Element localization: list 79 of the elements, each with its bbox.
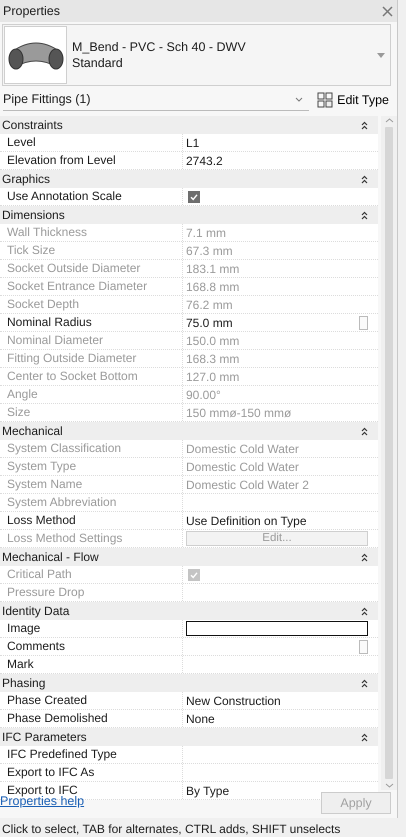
property-label: Tick Size	[0, 242, 183, 259]
property-value: 7.1 mm	[186, 224, 226, 242]
collapse-icon[interactable]	[361, 174, 368, 184]
family-name: M_Bend - PVC - Sch 40 - DWV	[72, 39, 247, 55]
property-label: Mark	[0, 656, 183, 673]
property-value[interactable]: L1	[186, 134, 200, 152]
property-label: Angle	[0, 386, 183, 403]
pipe-bend-thumbnail	[4, 26, 67, 84]
row-handle-icon[interactable]	[359, 316, 368, 330]
edit-type-icon	[317, 92, 334, 108]
edit-type-button[interactable]: Edit Type	[315, 90, 391, 110]
property-label: System Type	[0, 458, 183, 475]
property-label: Wall Thickness	[0, 224, 183, 241]
property-label: Pressure Drop	[0, 584, 183, 601]
property-label: System Classification	[0, 440, 183, 457]
property-value[interactable]: Use Definition on Type	[186, 512, 307, 530]
property-value[interactable]: New Construction	[186, 692, 281, 710]
property-label: System Abbreviation	[0, 494, 183, 511]
collapse-icon[interactable]	[361, 678, 368, 688]
property-value: 67.3 mm	[186, 242, 233, 260]
section-header[interactable]: Identity Data	[2, 602, 70, 620]
property-value: 150 mmø-150 mmø	[186, 404, 292, 422]
property-label: Export to IFC As	[0, 764, 183, 781]
property-value: 168.3 mm	[186, 350, 240, 368]
property-value: Domestic Cold Water 2	[186, 476, 309, 494]
property-value: 183.1 mm	[186, 260, 240, 278]
property-label: Loss Method Settings	[0, 530, 183, 547]
dropdown-arrow-icon[interactable]	[377, 52, 385, 58]
property-value[interactable]: By Type	[186, 782, 230, 800]
property-label: Socket Entrance Diameter	[0, 278, 183, 295]
section-header[interactable]: Dimensions	[2, 206, 65, 224]
property-value: 127.0 mm	[186, 368, 240, 386]
image-input-field[interactable]	[186, 621, 368, 636]
collapse-icon[interactable]	[361, 426, 368, 436]
status-bar-text: Click to select, TAB for alternates, CTRL adds, SHIFT unselects	[1, 821, 342, 837]
property-value: 168.8 mm	[186, 278, 240, 296]
property-label: Elevation from Level	[0, 152, 183, 169]
row-handle-icon[interactable]	[359, 640, 368, 654]
property-value: Domestic Cold Water	[186, 440, 299, 458]
property-label: System Name	[0, 476, 183, 493]
collapse-icon[interactable]	[361, 606, 368, 616]
property-label: Size	[0, 404, 183, 421]
category-filter-dropdown[interactable]: Pipe Fittings (1)	[3, 89, 310, 111]
section-header[interactable]: Constraints	[2, 116, 63, 134]
section-header[interactable]: Mechanical	[2, 422, 63, 440]
type-selector[interactable]: M_Bend - PVC - Sch 40 - DWV Standard	[2, 24, 391, 86]
property-value: Domestic Cold Water	[186, 458, 299, 476]
property-label: Level	[0, 134, 183, 151]
property-label: Image	[0, 620, 183, 637]
property-label: Center to Socket Bottom	[0, 368, 183, 385]
property-label: Nominal Diameter	[0, 332, 183, 349]
property-value: 76.2 mm	[186, 296, 233, 314]
collapse-icon[interactable]	[361, 120, 368, 130]
property-label: Critical Path	[0, 566, 183, 583]
property-value[interactable]: 2743.2	[186, 152, 223, 170]
section-header[interactable]: Phasing	[2, 674, 46, 692]
property-label: Socket Outside Diameter	[0, 260, 183, 277]
property-value[interactable]: None	[186, 710, 215, 728]
type-name: Standard	[72, 55, 124, 71]
collapse-icon[interactable]	[361, 210, 368, 220]
window-title: Properties	[3, 2, 60, 20]
property-value: 90.00°	[186, 386, 221, 404]
property-label: Fitting Outside Diameter	[0, 350, 183, 367]
property-label: Phase Demolished	[0, 710, 183, 727]
property-label: Nominal Radius	[0, 314, 183, 331]
property-label: Comments	[0, 638, 183, 655]
checkbox[interactable]	[188, 190, 200, 202]
collapse-icon[interactable]	[361, 732, 368, 742]
close-icon[interactable]	[382, 6, 393, 16]
property-label: Loss Method	[0, 512, 183, 529]
property-value: 150.0 mm	[186, 332, 240, 350]
caret-icon	[295, 97, 304, 102]
property-label: Phase Created	[0, 692, 183, 709]
property-value[interactable]: 75.0 mm	[186, 314, 233, 332]
section-header[interactable]: Graphics	[2, 170, 50, 188]
property-label: Socket Depth	[0, 296, 183, 313]
collapse-icon[interactable]	[361, 552, 368, 562]
property-label: IFC Predefined Type	[0, 746, 183, 763]
property-label: Use Annotation Scale	[0, 188, 183, 205]
